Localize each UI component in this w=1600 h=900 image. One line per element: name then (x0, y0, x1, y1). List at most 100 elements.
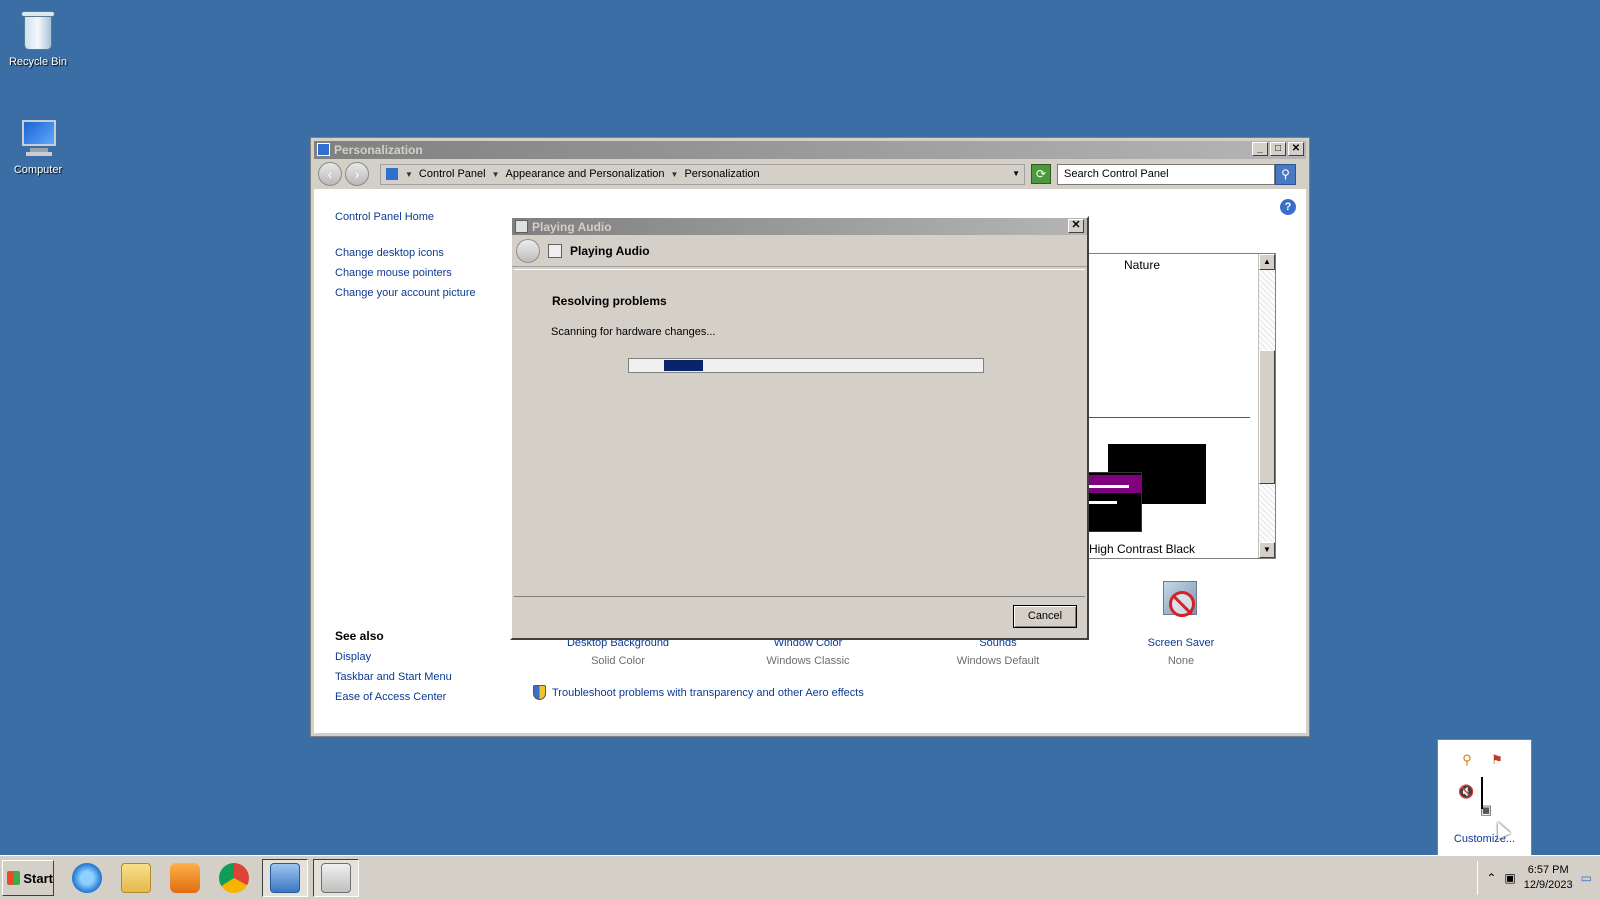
notification-overflow-popup: ⚲ ⚑ 🔇 ▣ Customize... (1437, 739, 1532, 856)
scrollbar-thumb[interactable] (1259, 350, 1275, 484)
dialog-titlebar[interactable]: Playing Audio ✕ (512, 218, 1087, 235)
back-button[interactable]: ‹ (318, 162, 342, 186)
see-also-heading: See also (335, 629, 384, 643)
theme-list-scrollbar[interactable]: ▲ ▼ (1258, 254, 1275, 558)
screen-saver-link[interactable]: Screen Saver (1101, 637, 1261, 649)
close-button[interactable]: ✕ (1288, 142, 1304, 156)
troubleshooter-icon (515, 220, 528, 233)
dialog-header: Playing Audio (512, 235, 1087, 267)
desktop-icon-recycle-bin[interactable]: Recycle Bin (2, 8, 74, 68)
taskbar: Start ⌃ ▣ 6:57 PM 12/9/2023 ▭ (0, 855, 1600, 900)
troubleshoot-aero[interactable]: Troubleshoot problems with transparency … (533, 685, 864, 700)
back-arrow-icon[interactable] (516, 238, 540, 263)
see-also-section: See also Display Taskbar and Start Menu … (335, 629, 452, 711)
taskbar-troubleshooter[interactable] (313, 859, 359, 897)
desktop-icon-computer[interactable]: Computer (2, 116, 74, 176)
start-button[interactable]: Start (2, 860, 54, 896)
sounds-value: Windows Default (956, 655, 1040, 667)
status-text: Scanning for hardware changes... (551, 326, 716, 338)
taskbar-internet-explorer[interactable] (64, 859, 110, 897)
cancel-button[interactable]: Cancel (1013, 605, 1077, 628)
breadcrumb-personalization[interactable]: Personalization (684, 168, 759, 180)
chevron-down-icon[interactable]: ▼ (671, 170, 679, 179)
media-player-icon (170, 863, 200, 893)
setting-window-color[interactable]: Window Color Windows Classic (728, 637, 888, 667)
change-account-picture-link[interactable]: Change your account picture (335, 287, 485, 299)
taskbar-control-panel[interactable] (262, 859, 308, 897)
troubleshooter-small-icon (548, 243, 562, 258)
theme-nature[interactable]: Nature (1072, 258, 1212, 272)
personalization-icon (317, 143, 330, 156)
tray-separator (1477, 861, 1479, 895)
chevron-down-icon[interactable]: ▼ (405, 170, 413, 179)
address-dropdown-icon[interactable]: ▼ (1012, 169, 1020, 178)
show-hidden-icons-icon[interactable]: ⌃ (1486, 871, 1496, 885)
minimize-button[interactable]: _ (1252, 142, 1268, 156)
action-center-flag-icon[interactable]: ⚑ (1489, 752, 1505, 768)
control-panel-icon (270, 863, 300, 893)
volume-muted-icon[interactable]: 🔇 (1458, 784, 1474, 800)
taskbar-media-player[interactable] (162, 859, 208, 897)
high-contrast-black-preview[interactable] (1080, 444, 1210, 534)
dialog-title: Playing Audio (532, 219, 612, 234)
breadcrumb-control-panel[interactable]: Control Panel (419, 168, 486, 180)
change-mouse-pointers-link[interactable]: Change mouse pointers (335, 267, 485, 279)
help-icon[interactable]: ? (1280, 199, 1296, 215)
task-pane: Control Panel Home Change desktop icons … (335, 211, 485, 307)
change-desktop-icons-link[interactable]: Change desktop icons (335, 247, 485, 259)
chrome-icon (219, 863, 249, 893)
window-titlebar[interactable]: Personalization _ □ ✕ (314, 141, 1306, 159)
dialog-close-button[interactable]: ✕ (1068, 219, 1084, 233)
customize-link[interactable]: Customize... (1438, 833, 1531, 845)
taskbar-start-menu-link[interactable]: Taskbar and Start Menu (335, 671, 452, 683)
display-link[interactable]: Display (335, 651, 452, 663)
breadcrumb-appearance[interactable]: Appearance and Personalization (506, 168, 665, 180)
chevron-down-icon[interactable]: ▼ (492, 170, 500, 179)
maximize-button[interactable]: □ (1270, 142, 1286, 156)
desktop-icon-label: Recycle Bin (8, 56, 68, 68)
network-icon[interactable]: ▣ (1504, 871, 1515, 885)
window-title: Personalization (334, 143, 423, 157)
setting-desktop-background[interactable]: Desktop Background Solid Color (538, 637, 698, 667)
search-icon[interactable]: ⚲ (1275, 163, 1296, 185)
screen-saver-value: None (1167, 655, 1195, 667)
theme-high-contrast-black[interactable]: High Contrast Black (1072, 542, 1212, 556)
troubleshoot-aero-link[interactable]: Troubleshoot problems with transparency … (552, 687, 864, 699)
shield-icon (533, 685, 546, 700)
setting-sounds[interactable]: Sounds Windows Default (918, 637, 1078, 667)
scroll-up-icon[interactable]: ▲ (1259, 254, 1275, 270)
screen-saver-icon[interactable] (1159, 579, 1203, 623)
setting-screen-saver[interactable]: Screen Saver None (1101, 637, 1261, 667)
taskbar-chrome[interactable] (211, 859, 257, 897)
progress-chunk (664, 360, 703, 371)
taskbar-file-explorer[interactable] (113, 859, 159, 897)
internet-explorer-icon (72, 863, 102, 893)
dialog-header-title: Playing Audio (570, 243, 650, 258)
theme-list[interactable]: Nature High Contrast Black ▲ ▼ (1071, 253, 1276, 559)
clock-date: 12/9/2023 (1523, 879, 1573, 891)
control-panel-icon (385, 167, 399, 181)
dialog-body: Resolving problems Scanning for hardware… (514, 269, 1085, 597)
refresh-button[interactable]: ⟳ (1031, 164, 1051, 184)
show-desktop-icon[interactable]: ▭ (1581, 871, 1592, 885)
start-label: Start (23, 870, 53, 886)
computer-icon (18, 116, 58, 160)
search-tray-icon[interactable]: ⚲ (1459, 752, 1475, 768)
control-panel-home-link[interactable]: Control Panel Home (335, 211, 485, 223)
search-input[interactable]: Search Control Panel ⚲ (1057, 163, 1296, 185)
windows-logo-icon (7, 871, 21, 885)
navigation-toolbar: ‹ › ▼ Control Panel ▼ Appearance and Per… (314, 159, 1306, 189)
address-bar[interactable]: ▼ Control Panel ▼ Appearance and Persona… (380, 163, 1025, 185)
window-color-value: Windows Classic (766, 655, 850, 667)
desktop-background-value: Solid Color (591, 655, 645, 667)
troubleshooter-icon (321, 863, 351, 893)
system-tray: ⌃ ▣ 6:57 PM 12/9/2023 ▭ (1469, 859, 1600, 897)
scroll-down-icon[interactable]: ▼ (1259, 542, 1275, 558)
playing-audio-dialog: Playing Audio ✕ Playing Audio Resolving … (510, 216, 1089, 640)
search-placeholder: Search Control Panel (1064, 167, 1169, 180)
clock-time: 6:57 PM (1527, 864, 1569, 876)
ease-of-access-link[interactable]: Ease of Access Center (335, 691, 452, 703)
forward-button[interactable]: › (345, 162, 369, 186)
clock[interactable]: 6:57 PM 12/9/2023 (1524, 863, 1573, 893)
folder-icon (121, 863, 151, 893)
